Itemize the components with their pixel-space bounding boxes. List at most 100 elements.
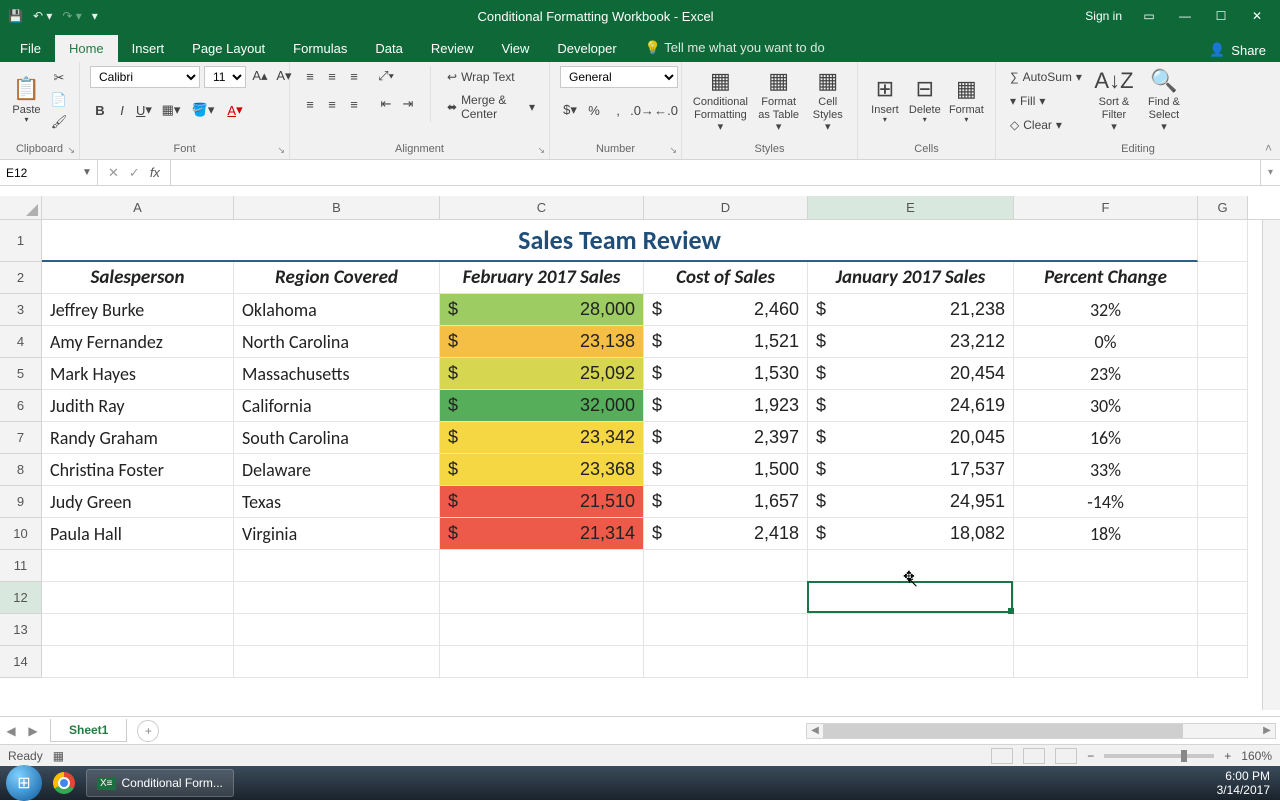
save-icon[interactable]: 💾 [8, 9, 23, 23]
cell[interactable]: Virginia [234, 518, 440, 550]
excel-taskbar-button[interactable]: X≡ Conditional Form... [86, 769, 234, 797]
tab-view[interactable]: View [487, 35, 543, 62]
cell[interactable] [1198, 582, 1248, 614]
scroll-thumb[interactable] [823, 724, 1183, 738]
title-cell[interactable]: Sales Team Review [42, 220, 1198, 262]
cell[interactable] [1198, 326, 1248, 358]
cell[interactable] [1198, 262, 1248, 294]
cell[interactable] [1198, 220, 1248, 262]
cell[interactable] [234, 582, 440, 614]
cell[interactable]: 30% [1014, 390, 1198, 422]
cell[interactable]: Amy Fernandez [42, 326, 234, 358]
cell[interactable]: $1,923 [644, 390, 808, 422]
cell[interactable] [42, 646, 234, 678]
cell[interactable] [808, 614, 1014, 646]
cell[interactable]: 16% [1014, 422, 1198, 454]
cell[interactable] [1014, 614, 1198, 646]
align-left-icon[interactable]: ≡ [300, 94, 320, 114]
row-header[interactable]: 8 [0, 454, 42, 486]
cell[interactable] [808, 582, 1014, 614]
row-header[interactable]: 2 [0, 262, 42, 294]
cell[interactable] [440, 550, 644, 582]
cell[interactable]: Paula Hall [42, 518, 234, 550]
cell[interactable]: $21,314 [440, 518, 644, 550]
cell[interactable] [808, 550, 1014, 582]
horizontal-scrollbar[interactable]: ◀ ▶ [806, 723, 1276, 739]
align-bottom-icon[interactable]: ≡ [344, 66, 364, 86]
borders-icon[interactable]: ▦▾ [156, 100, 186, 120]
cell[interactable]: $23,368 [440, 454, 644, 486]
insert-cells-button[interactable]: ⊞Insert▾ [868, 66, 902, 136]
cell[interactable] [644, 614, 808, 646]
clear-button[interactable]: ◇Clear ▾ [1006, 114, 1086, 136]
spreadsheet-grid[interactable]: ABCDEFG 1Sales Team Review2SalespersonRe… [0, 196, 1280, 710]
orientation-icon[interactable]: ⤢▾ [376, 66, 396, 86]
number-format-select[interactable]: General [560, 66, 678, 88]
number-launcher-icon[interactable]: ↘ [669, 145, 677, 156]
cell[interactable]: California [234, 390, 440, 422]
cell[interactable]: -14% [1014, 486, 1198, 518]
column-header-D[interactable]: D [644, 196, 808, 219]
share-button[interactable]: 👤Share [1195, 38, 1280, 62]
merge-center-button[interactable]: ⬌Merge & Center ▾ [443, 96, 539, 118]
zoom-slider[interactable] [1104, 754, 1214, 758]
cell[interactable] [644, 646, 808, 678]
cell[interactable]: Oklahoma [234, 294, 440, 326]
font-size-select[interactable]: 11 [204, 66, 246, 88]
header-cell[interactable]: Cost of Sales [644, 262, 808, 294]
zoom-in-icon[interactable]: + [1224, 749, 1231, 763]
row-header[interactable]: 11 [0, 550, 42, 582]
header-cell[interactable]: Region Covered [234, 262, 440, 294]
cell[interactable]: $23,342 [440, 422, 644, 454]
cell[interactable]: $17,537 [808, 454, 1014, 486]
cell[interactable]: $25,092 [440, 358, 644, 390]
sheet-tab[interactable]: Sheet1 [50, 719, 127, 742]
paste-button[interactable]: 📋Paste▾ [10, 66, 43, 136]
cell[interactable] [234, 646, 440, 678]
view-page-break-icon[interactable] [1055, 748, 1077, 764]
tell-me[interactable]: 💡 Tell me what you want to do [631, 34, 839, 62]
cell[interactable]: $2,418 [644, 518, 808, 550]
close-icon[interactable]: ✕ [1248, 9, 1266, 23]
header-cell[interactable]: February 2017 Sales [440, 262, 644, 294]
cell[interactable] [1198, 358, 1248, 390]
align-top-icon[interactable]: ≡ [300, 66, 320, 86]
cell[interactable]: $32,000 [440, 390, 644, 422]
delete-cells-button[interactable]: ⊟Delete▾ [908, 66, 942, 136]
format-cells-button[interactable]: ▦Format▾ [948, 66, 985, 136]
view-page-layout-icon[interactable] [1023, 748, 1045, 764]
cell[interactable]: Delaware [234, 454, 440, 486]
cell[interactable]: $28,000 [440, 294, 644, 326]
decrease-indent-icon[interactable]: ⇤ [376, 94, 396, 114]
ribbon-display-icon[interactable]: ▭ [1140, 9, 1158, 23]
row-header[interactable]: 7 [0, 422, 42, 454]
cancel-formula-icon[interactable]: ✕ [108, 165, 119, 181]
cell[interactable] [440, 582, 644, 614]
expand-formula-icon[interactable]: ▾ [1260, 160, 1280, 185]
macro-record-icon[interactable]: ▦ [53, 749, 64, 763]
underline-button[interactable]: U▾ [134, 100, 154, 120]
autosum-button[interactable]: ∑AutoSum ▾ [1006, 66, 1086, 88]
cell[interactable]: Randy Graham [42, 422, 234, 454]
sort-filter-button[interactable]: A↓ZSort & Filter ▾ [1092, 66, 1136, 136]
tab-formulas[interactable]: Formulas [279, 35, 361, 62]
zoom-out-icon[interactable]: − [1087, 749, 1094, 763]
cell[interactable]: $20,454 [808, 358, 1014, 390]
cell[interactable]: 23% [1014, 358, 1198, 390]
increase-indent-icon[interactable]: ⇥ [398, 94, 418, 114]
enter-formula-icon[interactable]: ✓ [129, 165, 140, 181]
cell[interactable] [1198, 422, 1248, 454]
row-header[interactable]: 13 [0, 614, 42, 646]
cell[interactable]: 33% [1014, 454, 1198, 486]
row-header[interactable]: 4 [0, 326, 42, 358]
cell[interactable] [1198, 390, 1248, 422]
cell[interactable]: $1,521 [644, 326, 808, 358]
wrap-text-button[interactable]: ↩Wrap Text [443, 66, 539, 88]
cell[interactable] [42, 582, 234, 614]
row-header[interactable]: 5 [0, 358, 42, 390]
tab-page-layout[interactable]: Page Layout [178, 35, 279, 62]
cell[interactable] [1198, 294, 1248, 326]
cell[interactable] [1198, 518, 1248, 550]
signin-link[interactable]: Sign in [1085, 9, 1122, 23]
start-button[interactable]: ⊞ [6, 765, 42, 801]
